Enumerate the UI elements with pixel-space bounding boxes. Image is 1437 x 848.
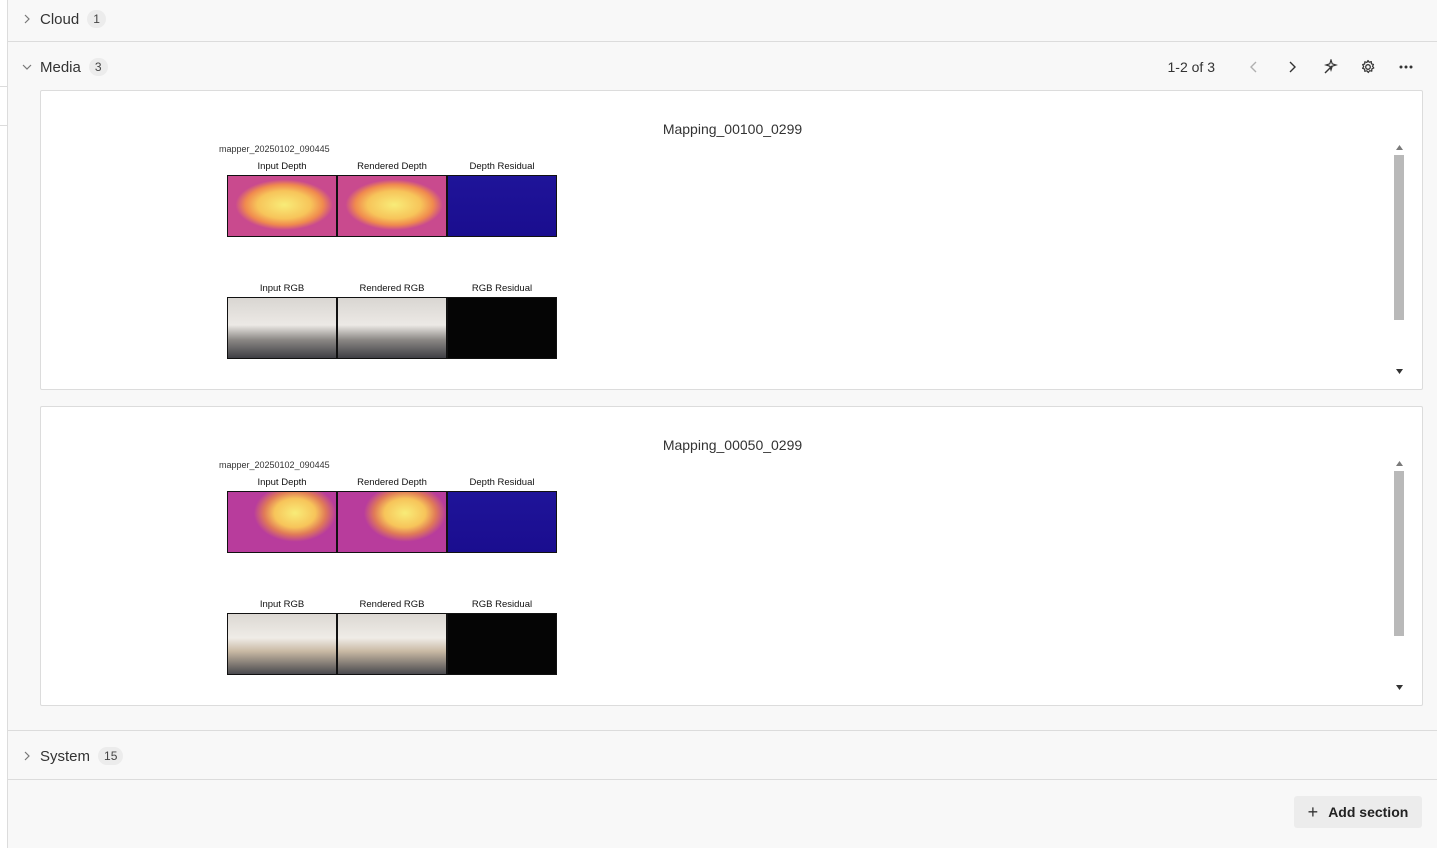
scroll-thumb[interactable] xyxy=(1394,471,1404,636)
panel-scrollbar[interactable] xyxy=(1392,457,1406,693)
scroll-down-arrow-icon[interactable] xyxy=(1392,365,1406,377)
section-header-cloud[interactable]: Cloud 1 xyxy=(8,0,1437,38)
add-section-button[interactable]: + Add section xyxy=(1294,796,1422,828)
figure-title: mapper_20250102_090445 xyxy=(219,460,330,470)
scroll-down-arrow-icon[interactable] xyxy=(1392,681,1406,693)
magic-wand-icon[interactable] xyxy=(1311,52,1349,82)
panel-scrollbar[interactable] xyxy=(1392,141,1406,377)
section-divider xyxy=(8,730,1437,731)
image-label: RGB Residual xyxy=(471,599,533,610)
rendered-rgb-image xyxy=(337,613,447,675)
depth-residual-image xyxy=(447,491,557,553)
section-title: Media xyxy=(40,58,81,76)
media-panel: Mapping_00100_0299 mapper_20250102_09044… xyxy=(40,90,1423,390)
chevron-left-icon[interactable] xyxy=(1235,52,1273,82)
rail-divider xyxy=(0,86,8,87)
rgb-residual-image xyxy=(447,613,557,675)
figure-title: mapper_20250102_090445 xyxy=(219,144,330,154)
image-label: Rendered Depth xyxy=(357,161,427,172)
chevron-right-icon[interactable] xyxy=(8,751,38,761)
image-label: Rendered RGB xyxy=(359,283,425,294)
section-title: System xyxy=(40,747,91,765)
image-label: Depth Residual xyxy=(469,161,535,172)
panel-title: Mapping_00100_0299 xyxy=(662,121,803,137)
section-count-badge: 1 xyxy=(87,10,106,28)
rendered-depth-image xyxy=(337,491,447,553)
input-rgb-image xyxy=(227,297,337,359)
image-label: Input RGB xyxy=(259,599,305,610)
media-panel: Mapping_00050_0299 mapper_20250102_09044… xyxy=(40,406,1423,706)
depth-residual-image xyxy=(447,175,557,237)
chevron-down-icon[interactable] xyxy=(8,62,38,72)
rail-divider xyxy=(0,125,8,126)
media-toolbar: 1-2 of 3 xyxy=(1168,48,1425,86)
scroll-thumb[interactable] xyxy=(1394,155,1404,320)
plus-icon: + xyxy=(1307,802,1319,822)
image-label: Rendered RGB xyxy=(359,599,425,610)
section-divider xyxy=(8,779,1437,780)
rendered-depth-image xyxy=(337,175,447,237)
chevron-right-icon[interactable] xyxy=(8,14,38,24)
input-rgb-image xyxy=(227,613,337,675)
image-label: Input Depth xyxy=(257,161,307,172)
image-label: RGB Residual xyxy=(471,283,533,294)
section-count-badge: 3 xyxy=(88,58,108,76)
add-section-label: Add section xyxy=(1328,804,1409,820)
chevron-right-icon[interactable] xyxy=(1273,52,1311,82)
scroll-up-arrow-icon[interactable] xyxy=(1392,457,1406,469)
section-title: Cloud xyxy=(40,10,80,28)
more-horizontal-icon[interactable] xyxy=(1387,52,1425,82)
left-rail xyxy=(0,0,8,848)
scroll-up-arrow-icon[interactable] xyxy=(1392,141,1406,153)
panel-title: Mapping_00050_0299 xyxy=(662,437,803,453)
rendered-rgb-image xyxy=(337,297,447,359)
image-label: Input Depth xyxy=(257,477,307,488)
input-depth-image xyxy=(227,175,337,237)
image-label: Depth Residual xyxy=(469,477,535,488)
section-divider xyxy=(8,41,1437,42)
image-label: Input RGB xyxy=(259,283,305,294)
image-label: Rendered Depth xyxy=(357,477,427,488)
pagination-label: 1-2 of 3 xyxy=(1167,59,1215,75)
input-depth-image xyxy=(227,491,337,553)
section-count-badge: 15 xyxy=(98,747,124,765)
section-header-system[interactable]: System 15 xyxy=(8,737,1437,775)
gear-icon[interactable] xyxy=(1349,52,1387,82)
rgb-residual-image xyxy=(447,297,557,359)
